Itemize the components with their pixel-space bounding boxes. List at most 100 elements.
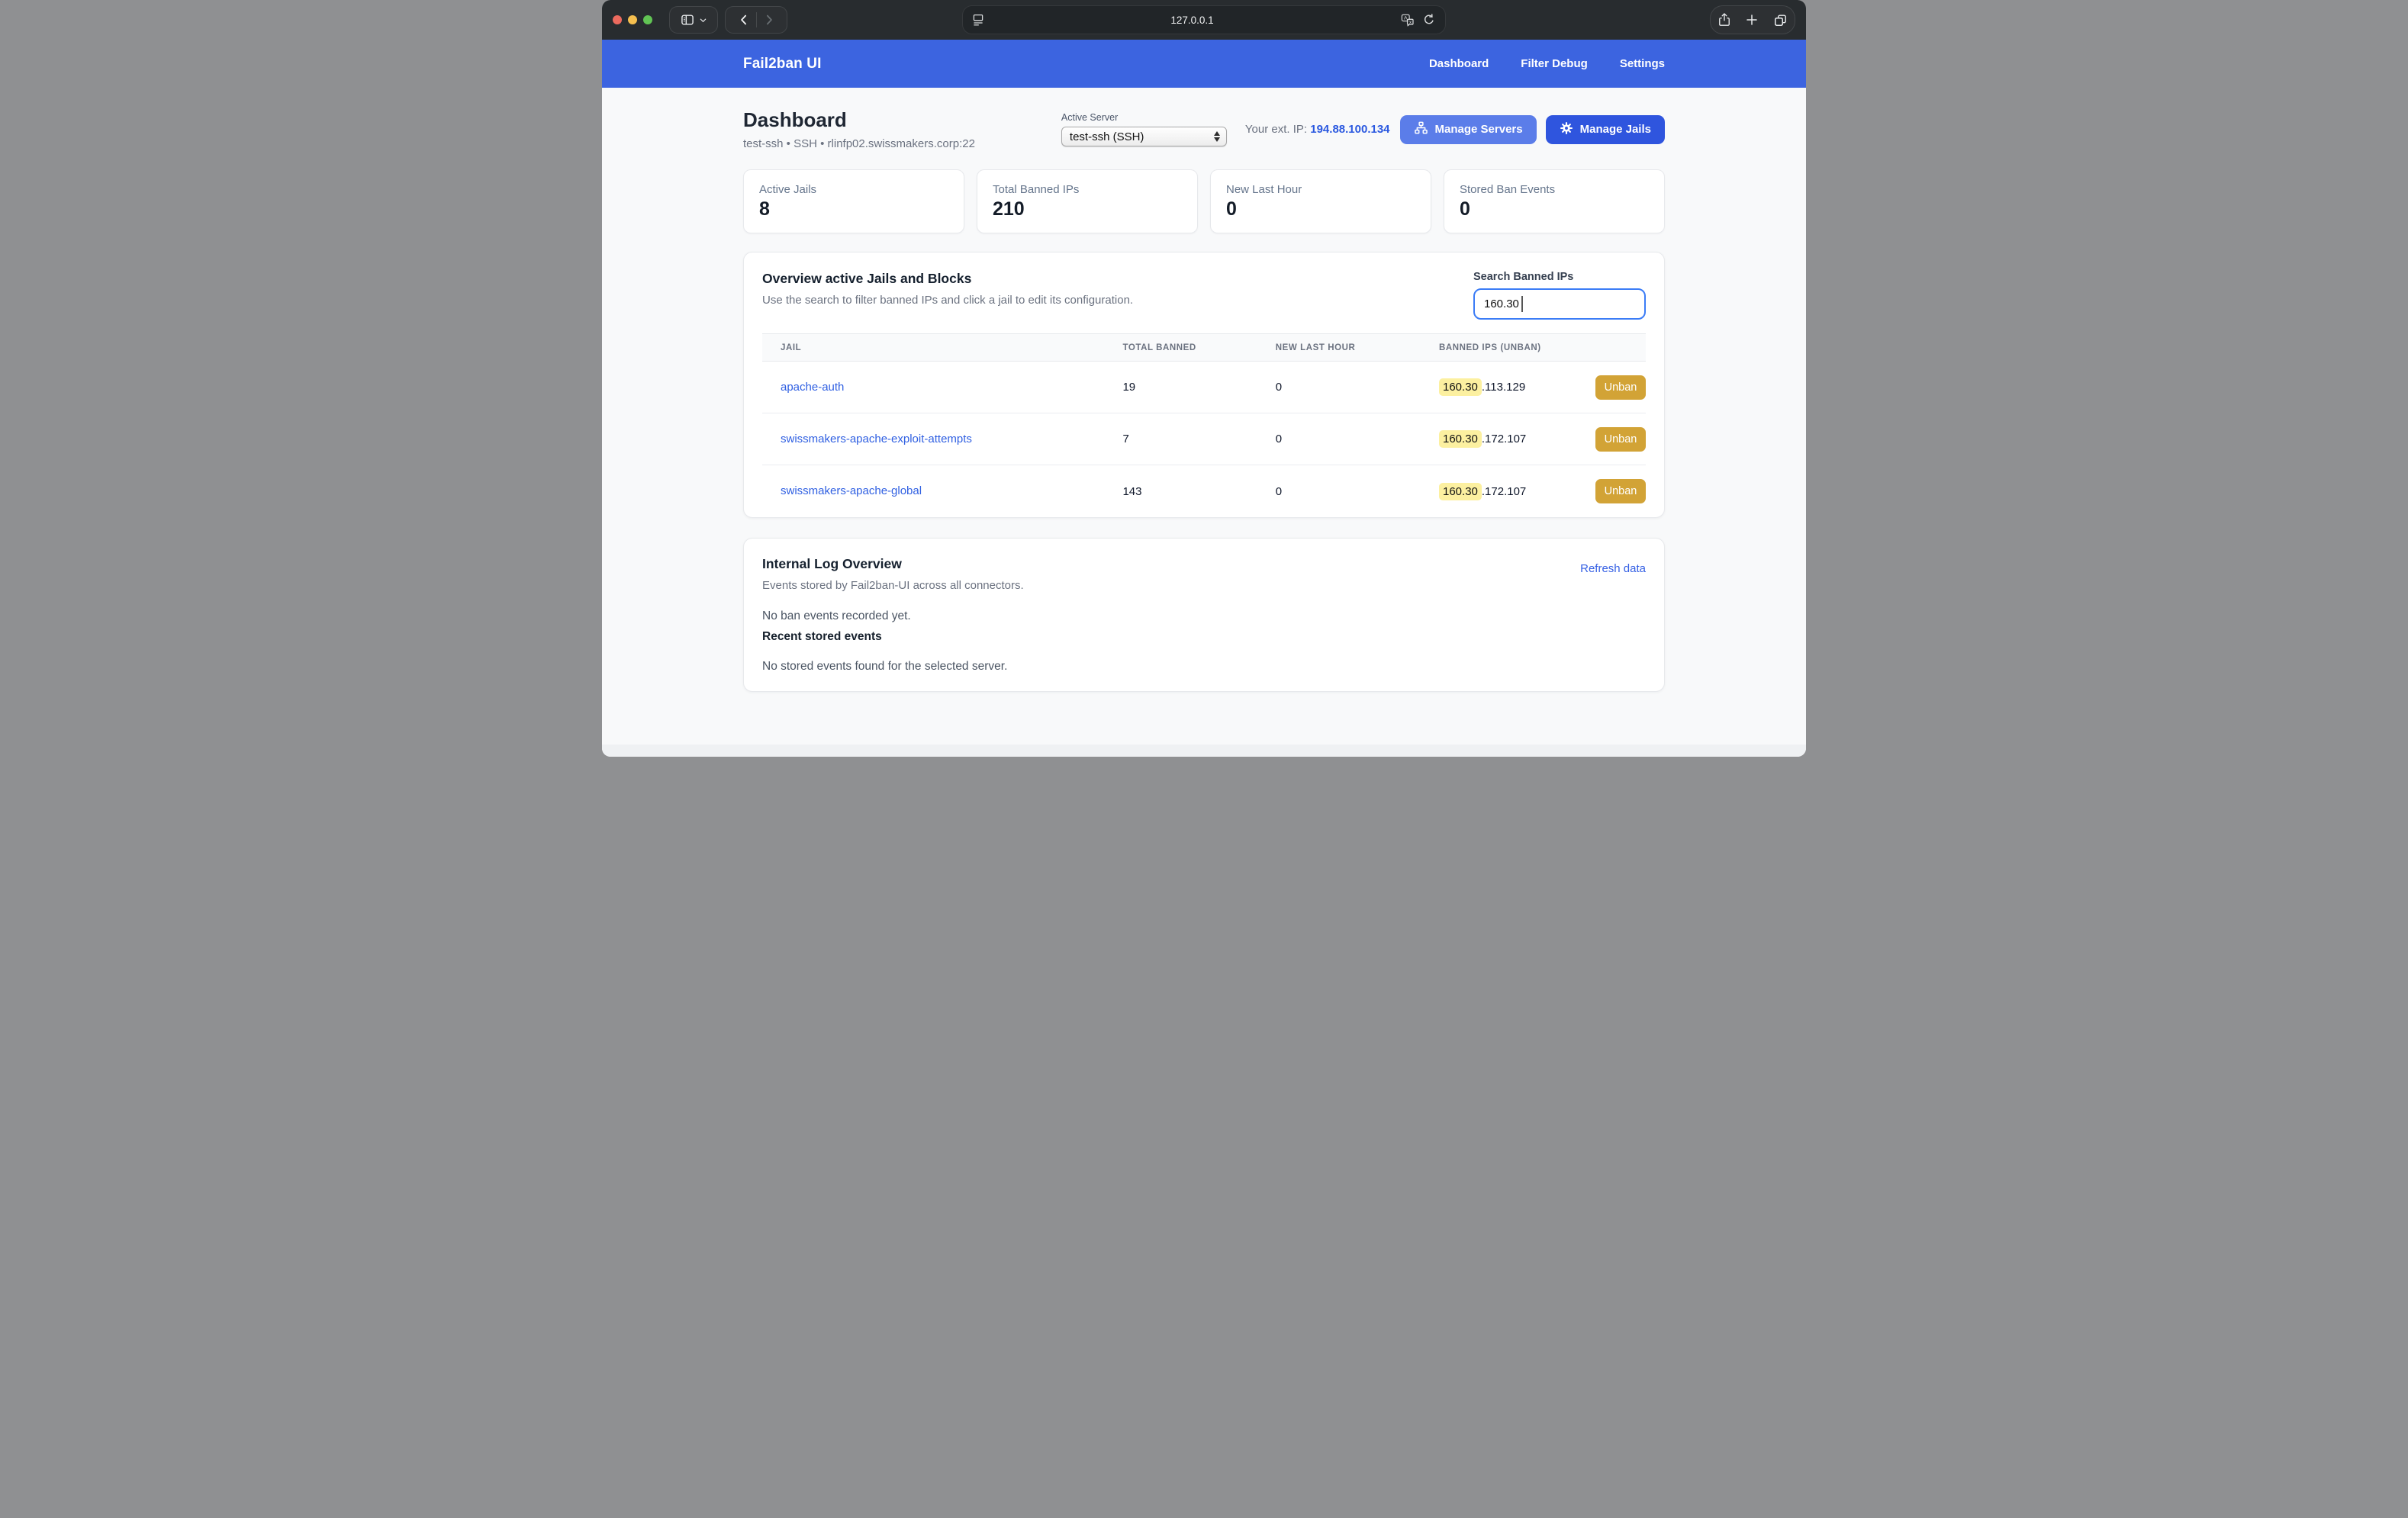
browser-toolbar: 127.0.0.1 A x [602,0,1806,40]
manage-jails-button[interactable]: Manage Jails [1546,115,1665,144]
nav-links: Dashboard Filter Debug Settings [1429,57,1665,70]
nav-link-filter-debug[interactable]: Filter Debug [1521,57,1588,70]
total-banned-value: 7 [1122,433,1275,445]
search-banned-ips-label: Search Banned IPs [1473,271,1646,283]
reload-icon[interactable] [1422,13,1436,27]
active-server-selected-value: test-ssh (SSH) [1070,130,1214,143]
overview-heading-block: Overview active Jails and Blocks Use the… [762,271,1133,307]
unban-button[interactable]: Unban [1595,479,1646,503]
column-header-banned-ips: BANNED IPS (UNBAN) [1439,343,1646,352]
log-heading-block: Internal Log Overview Events stored by F… [762,556,1024,592]
tab-overview-icon[interactable] [1773,13,1788,27]
gear-icon [1560,121,1573,138]
stat-value: 8 [759,198,948,220]
app-navbar: Fail2ban UI Dashboard Filter Debug Setti… [602,40,1806,88]
manage-jails-label: Manage Jails [1580,123,1651,136]
no-ban-events-text: No ban events recorded yet. [762,609,1646,623]
select-arrows-icon [1214,131,1220,142]
overview-subtitle: Use the search to filter banned IPs and … [762,294,1133,307]
sitemap-icon [1414,121,1428,138]
active-server-group: Active Server test-ssh (SSH) [1061,112,1227,146]
new-last-hour-value: 0 [1276,433,1439,445]
stat-cards: Active Jails 8 Total Banned IPs 210 New … [743,169,1665,233]
sidebar-toggle-button[interactable] [669,6,718,34]
internal-log-card: Internal Log Overview Events stored by F… [743,538,1665,692]
ip-rest: .172.107 [1482,485,1526,498]
log-title: Internal Log Overview [762,556,1024,572]
divider [756,12,757,27]
new-last-hour-value: 0 [1276,381,1439,394]
table-row: swissmakers-apache-global 143 0 160.30 .… [762,465,1646,517]
active-server-label: Active Server [1061,112,1227,123]
address-bar[interactable]: 127.0.0.1 A x [962,5,1446,34]
text-caret [1521,296,1523,312]
ip-match-highlight: 160.30 [1439,378,1482,396]
nav-link-dashboard[interactable]: Dashboard [1429,57,1489,70]
forward-button[interactable] [761,12,777,27]
page-heading-block: Dashboard test-ssh • SSH • rlinfp02.swis… [743,108,975,150]
refresh-data-link[interactable]: Refresh data [1580,562,1646,575]
external-ip: Your ext. IP: 194.88.100.134 [1245,123,1390,136]
manage-servers-button[interactable]: Manage Servers [1400,115,1537,144]
toolbar-right-buttons [1710,5,1795,34]
share-icon[interactable] [1717,12,1731,27]
chevron-down-icon [699,16,707,24]
stat-card-new-last-hour: New Last Hour 0 [1210,169,1431,233]
jails-overview-card: Overview active Jails and Blocks Use the… [743,252,1665,518]
window-bottom-band [602,745,1806,757]
page-subtitle: test-ssh • SSH • rlinfp02.swissmakers.co… [743,137,975,150]
stat-label: New Last Hour [1226,183,1415,196]
jails-table: JAIL TOTAL BANNED NEW LAST HOUR BANNED I… [762,333,1646,517]
external-ip-label: Your ext. IP: [1245,123,1307,136]
app-brand: Fail2ban UI [743,56,821,72]
search-banned-ips-input[interactable] [1473,288,1646,320]
translate-icon[interactable]: A x [1400,13,1415,27]
ip-rest: .172.107 [1482,433,1526,445]
window-controls [613,15,652,24]
ip-match-highlight: 160.30 [1439,483,1482,500]
ip-match-highlight: 160.30 [1439,430,1482,448]
sidebar-icon [680,12,695,27]
stat-value: 0 [1226,198,1415,220]
zoom-window-button[interactable] [643,15,652,24]
page-content: Dashboard test-ssh • SSH • rlinfp02.swis… [602,88,1806,745]
active-server-select[interactable]: test-ssh (SSH) [1061,127,1227,146]
table-row: swissmakers-apache-exploit-attempts 7 0 … [762,413,1646,465]
total-banned-value: 143 [1122,485,1275,498]
back-button[interactable] [736,12,752,27]
table-header-row: JAIL TOTAL BANNED NEW LAST HOUR BANNED I… [762,333,1646,362]
history-nav [725,6,787,34]
new-last-hour-value: 0 [1276,485,1439,498]
column-header-new-last-hour: NEW LAST HOUR [1276,343,1439,352]
svg-text:x: x [1409,21,1412,25]
page-title: Dashboard [743,108,975,132]
total-banned-value: 19 [1122,381,1275,394]
url-text: 127.0.0.1 [984,14,1400,26]
column-header-jail: JAIL [762,343,1122,352]
search-banned-ips-group: Search Banned IPs [1473,271,1646,320]
unban-button[interactable]: Unban [1595,375,1646,400]
overview-title: Overview active Jails and Blocks [762,271,1133,287]
close-window-button[interactable] [613,15,622,24]
stat-label: Stored Ban Events [1460,183,1649,196]
recent-stored-events-title: Recent stored events [762,630,1646,644]
jail-link[interactable]: swissmakers-apache-global [781,484,922,497]
jail-link[interactable]: apache-auth [781,381,844,394]
nav-link-settings[interactable]: Settings [1620,57,1665,70]
stat-card-total-banned: Total Banned IPs 210 [977,169,1198,233]
new-tab-icon[interactable] [1745,13,1759,27]
log-subtitle: Events stored by Fail2ban-UI across all … [762,579,1024,592]
stat-value: 210 [993,198,1182,220]
table-row: apache-auth 19 0 160.30 .113.129 Unban [762,362,1646,413]
browser-window: 127.0.0.1 A x [602,0,1806,757]
jail-link[interactable]: swissmakers-apache-exploit-attempts [781,433,972,445]
stat-card-stored-ban-events: Stored Ban Events 0 [1444,169,1665,233]
unban-button[interactable]: Unban [1595,427,1646,452]
stat-label: Total Banned IPs [993,183,1182,196]
stat-label: Active Jails [759,183,948,196]
column-header-total-banned: TOTAL BANNED [1122,343,1275,352]
stat-card-active-jails: Active Jails 8 [743,169,964,233]
minimize-window-button[interactable] [628,15,637,24]
no-stored-events-text: No stored events found for the selected … [762,660,1646,674]
page-format-icon[interactable] [972,13,984,27]
